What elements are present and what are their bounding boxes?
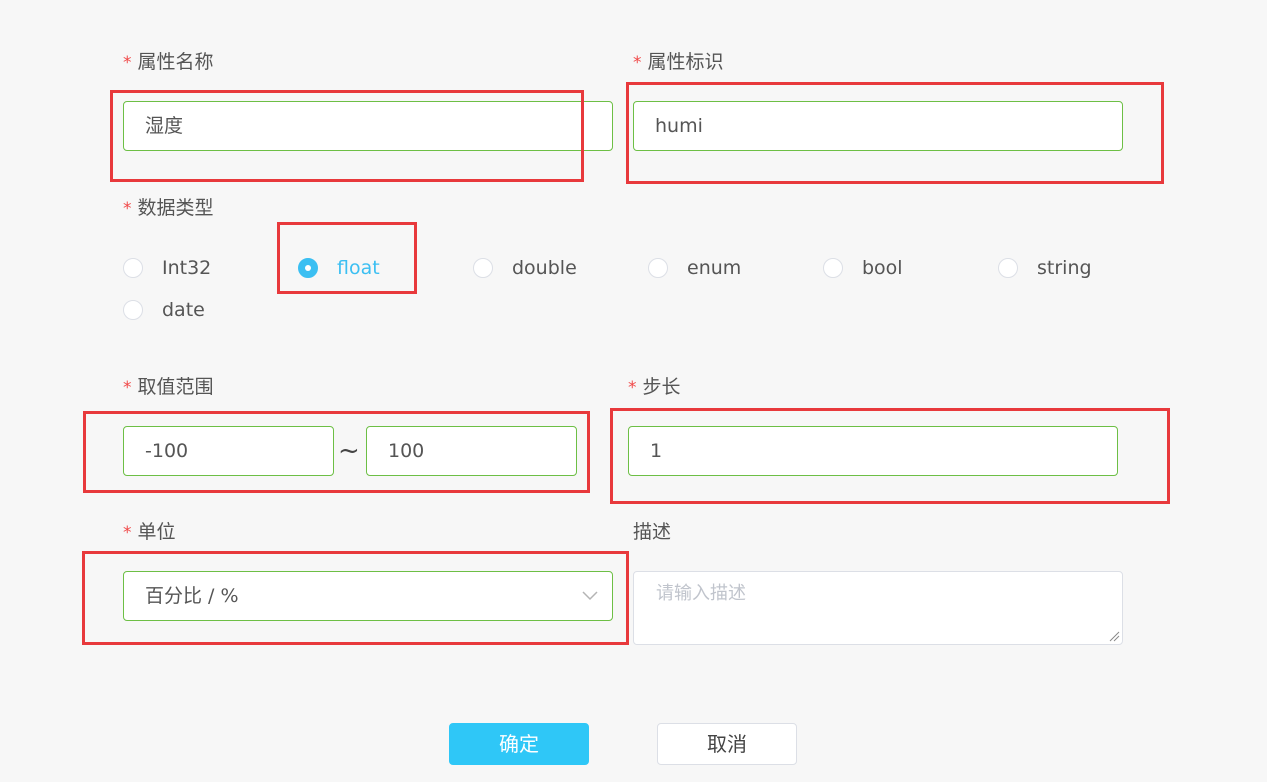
radio-label: enum [687,257,742,279]
radio-label: float [337,257,380,279]
attr-name-input[interactable]: 湿度 [123,101,613,151]
confirm-button[interactable]: 确定 [449,723,589,765]
radio-label: date [162,299,205,321]
range-label-text: 取值范围 [137,376,214,398]
data-type-label: * 数据类型 [123,196,214,221]
resize-handle-icon[interactable] [1108,630,1120,642]
attr-id-input[interactable]: humi [633,101,1123,151]
required-mark: * [628,378,637,398]
unit-select[interactable]: 百分比 / % [123,571,613,621]
range-max-input[interactable]: 100 [366,426,577,476]
radio-double[interactable]: double [473,256,577,280]
description-label: 描述 [633,521,672,543]
description-textarea[interactable]: 请输入描述 [633,571,1123,645]
step-label: * 步长 [628,375,681,400]
radio-circle-icon [823,258,843,278]
attr-name-label: * 属性名称 [123,50,214,75]
attr-name-label-text: 属性名称 [137,51,214,73]
unit-label-text: 单位 [137,521,176,543]
radio-label: double [512,257,577,279]
step-input[interactable]: 1 [628,426,1118,476]
cancel-button[interactable]: 取消 [657,723,797,765]
chevron-down-icon [582,591,598,601]
range-label: * 取值范围 [123,375,214,400]
radio-circle-icon [998,258,1018,278]
required-mark: * [123,53,132,73]
required-mark: * [123,199,132,219]
radio-string[interactable]: string [998,256,1092,280]
attr-id-label-text: 属性标识 [647,51,724,73]
required-mark: * [123,523,132,543]
range-min-input[interactable]: -100 [123,426,334,476]
radio-circle-icon [648,258,668,278]
attr-id-label: * 属性标识 [633,50,724,75]
radio-int32[interactable]: Int32 [123,256,211,280]
radio-enum[interactable]: enum [648,256,741,280]
step-label-text: 步长 [642,376,681,398]
required-mark: * [123,378,132,398]
radio-checked-icon [298,258,318,278]
required-mark: * [633,53,642,73]
radio-date[interactable]: date [123,298,205,322]
unit-select-value: 百分比 / % [145,585,239,607]
description-placeholder: 请输入描述 [656,583,746,604]
radio-circle-icon [123,300,143,320]
radio-circle-icon [123,258,143,278]
unit-label: * 单位 [123,520,176,545]
radio-circle-icon [473,258,493,278]
radio-label: Int32 [162,257,212,279]
radio-label: string [1037,257,1092,279]
range-separator: ~ [338,436,360,466]
radio-label: bool [862,257,903,279]
radio-bool[interactable]: bool [823,256,903,280]
radio-float[interactable]: float [298,256,380,280]
data-type-label-text: 数据类型 [137,197,214,219]
